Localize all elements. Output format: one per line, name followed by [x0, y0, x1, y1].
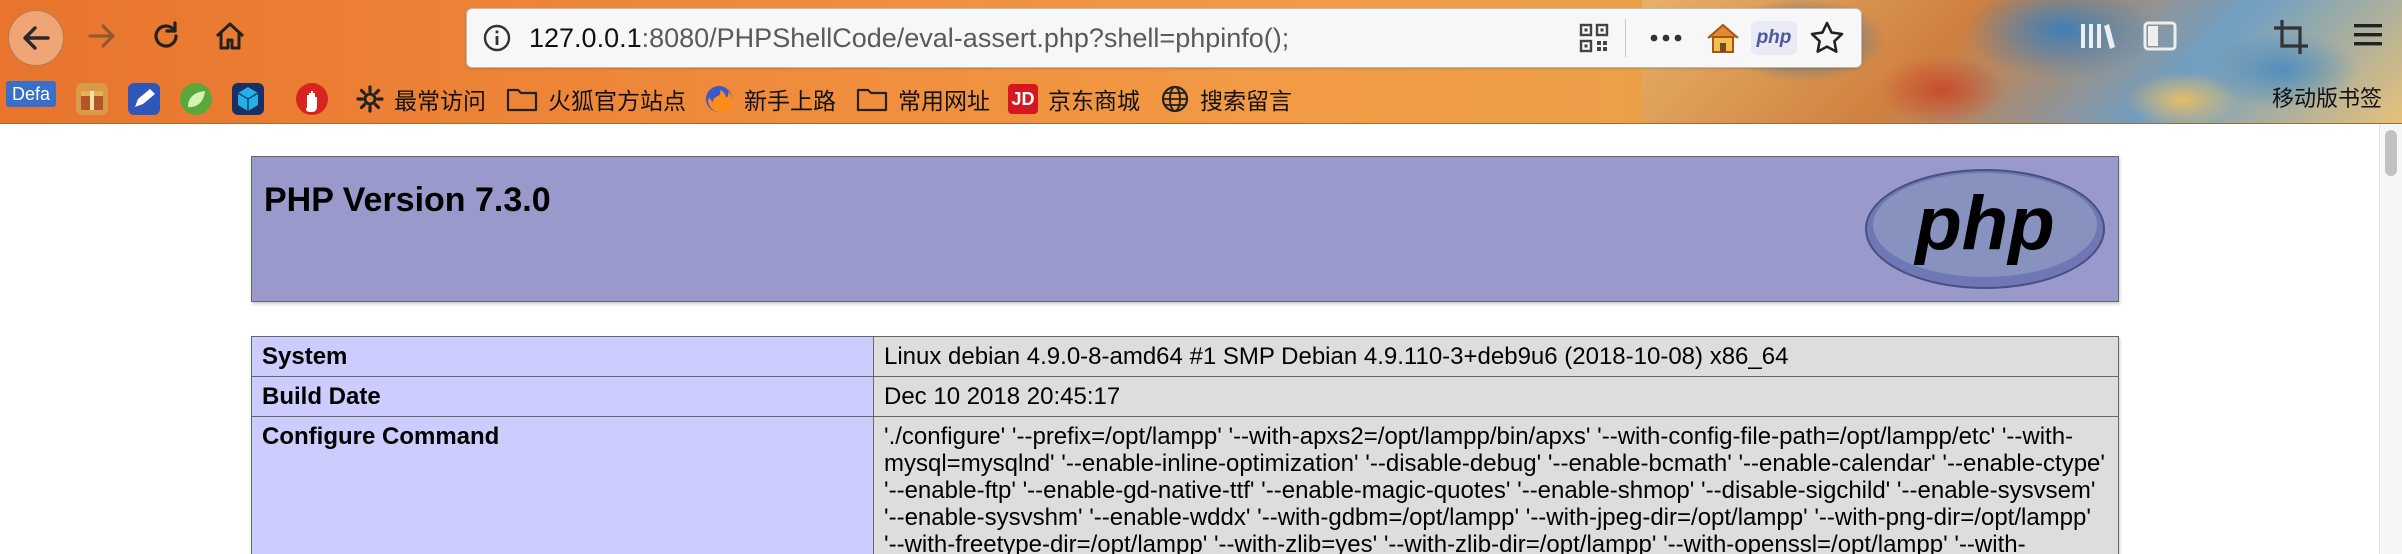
- row-value: './configure' '--prefix=/opt/lampp' '--w…: [873, 416, 2119, 554]
- bookmark-star-icon[interactable]: [1809, 20, 1845, 56]
- url-path: :8080/PHPShellCode/eval-assert.php?shell…: [641, 23, 1290, 53]
- house-extension-icon[interactable]: [1705, 21, 1741, 55]
- row-key: Configure Command: [251, 416, 874, 554]
- url-host: 127.0.0.1: [529, 23, 642, 53]
- bookmark-icon-hand[interactable]: [296, 83, 328, 115]
- bookmark-search-message[interactable]: 搜索留言: [1160, 76, 1292, 122]
- bookmark-label: 常用网址: [898, 88, 990, 114]
- address-bar[interactable]: 127.0.0.1:8080/PHPShellCode/eval-assert.…: [466, 8, 1862, 68]
- bookmark-getting-started[interactable]: 新手上路: [704, 76, 836, 122]
- gift-icon: [81, 91, 103, 110]
- php-logo-text: php: [1913, 181, 2054, 266]
- table-row: System Linux debian 4.9.0-8-amd64 #1 SMP…: [251, 336, 2119, 377]
- php-version-header: PHP Version 7.3.0 php: [251, 156, 2119, 302]
- page-actions-more-icon[interactable]: [1647, 23, 1685, 53]
- mobile-bookmarks[interactable]: 移动版书签: [2272, 76, 2382, 122]
- edit-icon: [135, 89, 155, 107]
- gear-icon: [356, 85, 384, 113]
- row-key: Build Date: [251, 376, 874, 417]
- bookmark-label: 火狐官方站点: [548, 88, 686, 114]
- bookmark-common-sites[interactable]: 常用网址: [856, 76, 990, 122]
- bookmark-icon-editor[interactable]: [128, 83, 160, 115]
- navigation-toolbar: 127.0.0.1:8080/PHPShellCode/eval-assert.…: [0, 0, 2402, 76]
- php-extension-button[interactable]: php: [1751, 21, 1797, 55]
- globe-icon: [1160, 84, 1190, 114]
- bookmark-label: 最常访问: [394, 88, 486, 114]
- sidebar-toggle-icon[interactable]: [2142, 18, 2178, 54]
- page-viewport: PHP Version 7.3.0 php System Linux debia…: [0, 124, 2380, 554]
- folder-icon: [506, 85, 538, 113]
- cube-icon: [237, 87, 259, 111]
- bookmark-label: 搜索留言: [1200, 88, 1292, 114]
- bookmark-firefox-official[interactable]: 火狐官方站点: [506, 76, 686, 122]
- folder-icon: [856, 85, 888, 113]
- screenshot-crop-icon[interactable]: [2272, 18, 2310, 56]
- qr-code-icon[interactable]: [1579, 23, 1609, 53]
- bookmark-icon-cube[interactable]: [232, 83, 264, 115]
- url-text[interactable]: 127.0.0.1:8080/PHPShellCode/eval-assert.…: [529, 9, 1289, 67]
- hamburger-menu-icon[interactable]: [2350, 18, 2386, 52]
- library-icon[interactable]: [2078, 18, 2116, 54]
- bookmark-label: 京东商城: [1048, 88, 1140, 114]
- bookmark-icon-archive[interactable]: [76, 83, 108, 115]
- bookmark-most-visited[interactable]: 最常访问: [356, 76, 486, 122]
- site-info-icon[interactable]: [481, 22, 513, 54]
- scrollbar-thumb[interactable]: [2385, 130, 2397, 176]
- row-key: System: [251, 336, 874, 377]
- browser-chrome: 127.0.0.1:8080/PHPShellCode/eval-assert.…: [0, 0, 2402, 124]
- home-button[interactable]: [204, 10, 256, 62]
- page-title: PHP Version 7.3.0: [264, 181, 551, 219]
- bookmark-jd-mall[interactable]: JD 京东商城: [1008, 76, 1140, 122]
- stop-hand-icon: [306, 91, 317, 112]
- firefox-icon: [704, 84, 734, 114]
- arrow-left-icon: [23, 26, 50, 50]
- bookmarks-toolbar: Defa 最常访问 火狐官方站点 新手上路 常用网址 JD 京东商城 搜索留言 …: [0, 76, 2402, 122]
- php-info-table: System Linux debian 4.9.0-8-amd64 #1 SMP…: [251, 336, 2119, 554]
- table-row: Build Date Dec 10 2018 20:45:17: [251, 376, 2119, 417]
- jd-icon: JD: [1008, 84, 1038, 114]
- bookmark-icon-leaf[interactable]: [180, 83, 212, 115]
- back-button[interactable]: [8, 10, 64, 66]
- urlbar-divider: [1625, 19, 1626, 57]
- reload-icon: [154, 21, 178, 48]
- bookmark-label: 新手上路: [744, 88, 836, 114]
- row-value: Dec 10 2018 20:45:17: [873, 376, 2119, 417]
- php-logo[interactable]: php: [1864, 167, 2106, 291]
- table-row: Configure Command './configure' '--prefi…: [251, 416, 2119, 554]
- arrow-right-icon: [88, 24, 115, 48]
- vertical-scrollbar[interactable]: [2379, 124, 2402, 554]
- home-icon: [215, 22, 245, 50]
- leaf-icon: [188, 91, 205, 108]
- default-profile-chip[interactable]: Defa: [6, 81, 57, 107]
- reload-button[interactable]: [140, 10, 192, 62]
- forward-button[interactable]: [76, 10, 128, 62]
- row-value: Linux debian 4.9.0-8-amd64 #1 SMP Debian…: [873, 336, 2119, 377]
